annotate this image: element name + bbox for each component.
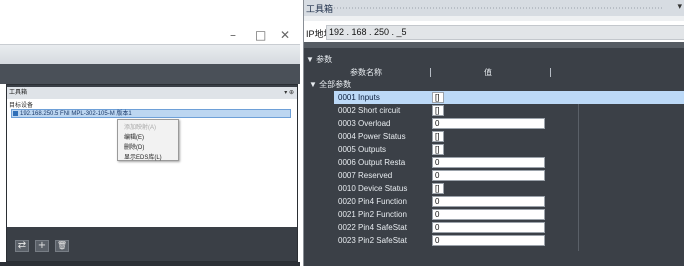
toolbar-band xyxy=(0,64,300,84)
parameter-name: 0003 Overload xyxy=(338,119,391,128)
minimize-button[interactable]: – xyxy=(230,28,236,42)
column-header-name[interactable]: 参数名称 xyxy=(350,67,382,78)
toolbox-panel: 工具箱 ▾ ⊕ 目标设备 192.168.250.5 FNI MPL-302-1… xyxy=(6,84,298,262)
parameter-row[interactable]: 0023 Pin2 SafeStat 0 xyxy=(334,234,684,247)
parameter-value-field[interactable]: [] xyxy=(432,105,444,116)
context-menu: 添加映射(A) 编辑(E) 删除(D) 显示EDS库(L) xyxy=(117,119,179,161)
column-header-value[interactable]: 值 xyxy=(484,67,492,78)
delete-icon[interactable]: 🗑 xyxy=(55,240,69,252)
connect-icon[interactable]: ⇄ xyxy=(15,240,29,252)
title-grip xyxy=(334,7,664,9)
toolbox-title-bar: 工具箱 ▾ ⊕ xyxy=(7,87,297,99)
toolbox-title: 工具箱 xyxy=(9,90,28,96)
parameter-row[interactable]: 0004 Power Status [] xyxy=(334,130,684,143)
device-tree: 目标设备 192.168.250.5 FNI MPL-302-105-M 版本1… xyxy=(7,99,297,227)
parameter-row[interactable]: 0022 Pin4 SafeStat 0 xyxy=(334,221,684,234)
parameter-value-field[interactable]: 0 xyxy=(432,209,545,220)
menu-item-show-eds[interactable]: 显示EDS库(L) xyxy=(124,152,162,161)
device-icon xyxy=(13,111,18,116)
tree-root-label: 目标设备 xyxy=(9,103,34,109)
ribbon-band xyxy=(0,44,300,64)
column-divider[interactable] xyxy=(550,68,551,77)
parameter-row[interactable]: 0002 Short circuit [] xyxy=(334,104,684,117)
parameter-value-field[interactable]: 0 xyxy=(432,157,545,168)
parameter-name: 0020 Pin4 Function xyxy=(338,197,407,206)
parameter-name: 0006 Output Resta xyxy=(338,158,406,167)
parameter-row[interactable]: 0010 Device Status [] xyxy=(334,182,684,195)
parameter-name: 0002 Short circuit xyxy=(338,106,401,115)
parameter-name: 0005 Outputs xyxy=(338,145,387,154)
tree-node-label: 192.168.250.5 FNI MPL-302-105-M 版本1 xyxy=(20,111,132,117)
menu-item-delete[interactable]: 删除(D) xyxy=(124,142,144,151)
parameter-name: 0023 Pin2 SafeStat xyxy=(338,236,407,245)
parameter-name: 0007 Reserved xyxy=(338,171,393,180)
parameter-name: 0004 Power Status xyxy=(338,132,406,141)
parameter-row[interactable]: 0007 Reserved 0 xyxy=(334,169,684,182)
parameter-name: 0001 Inputs xyxy=(338,93,380,102)
menu-item-add-mapping: 添加映射(A) xyxy=(124,125,156,131)
close-button[interactable]: ✕ xyxy=(280,28,290,42)
parameter-row[interactable]: 0020 Pin4 Function 0 xyxy=(334,195,684,208)
column-header: 参数名称 值 xyxy=(306,67,682,78)
column-divider[interactable] xyxy=(430,68,431,77)
panel-options-icon[interactable]: ▾ xyxy=(677,2,682,12)
right-window: 工具箱 ▾ IP地址 192 . 168 . 250 . _5 ▼ 参数 参数名… xyxy=(303,0,684,266)
parameters-section-header[interactable]: ▼ 参数 xyxy=(306,54,332,65)
parameter-row[interactable]: 0021 Pin2 Function 0 xyxy=(334,208,684,221)
parameter-value-field[interactable]: [] xyxy=(432,92,444,103)
parameter-name: 0010 Device Status xyxy=(338,184,408,193)
parameters-panel: ▼ 参数 参数名称 值 ▼ 全部参数 0001 Inputs[] 0002 Sho… xyxy=(304,48,684,266)
parameter-value-field[interactable]: [] xyxy=(432,144,444,155)
all-params-group[interactable]: ▼ 全部参数 xyxy=(309,79,351,90)
parameter-value-field[interactable]: 0 xyxy=(432,118,545,129)
parameter-value-field[interactable]: 0 xyxy=(432,235,545,246)
ip-address-input[interactable]: 192 . 168 . 250 . _5 xyxy=(326,25,684,40)
panel-options-icon[interactable]: ▾ ⊕ xyxy=(284,87,294,99)
parameter-value-field[interactable]: 0 xyxy=(432,196,545,207)
parameter-row[interactable]: 0003 Overload 0 xyxy=(334,117,684,130)
parameter-row[interactable]: 0001 Inputs [] xyxy=(334,91,684,104)
parameter-name: 0022 Pin4 SafeStat xyxy=(338,223,407,232)
separator xyxy=(304,16,684,21)
parameter-value-field[interactable]: 0 xyxy=(432,222,545,233)
parameter-name: 0021 Pin2 Function xyxy=(338,210,407,219)
parameter-row[interactable]: 0005 Outputs [] xyxy=(334,143,684,156)
parameter-value-field[interactable]: [] xyxy=(432,131,444,142)
toolbox-footer: ⇄ + 🗑 xyxy=(7,228,297,261)
add-icon[interactable]: + xyxy=(35,240,49,252)
left-window: – □ ✕ 工具箱 ▾ ⊕ 目标设备 192.168.250.5 FNI MPL… xyxy=(0,0,300,266)
status-strip xyxy=(0,262,300,266)
toolbox-title-bar: 工具箱 ▾ xyxy=(304,0,684,16)
maximize-button[interactable]: □ xyxy=(255,28,266,42)
parameter-value-field[interactable]: [] xyxy=(432,183,444,194)
menu-item-edit[interactable]: 编辑(E) xyxy=(124,132,144,141)
tree-node-device[interactable]: 192.168.250.5 FNI MPL-302-105-M 版本1 xyxy=(11,109,291,118)
parameter-value-field[interactable]: 0 xyxy=(432,170,545,181)
ip-row: IP地址 192 . 168 . 250 . _5 xyxy=(304,22,684,42)
parameter-row[interactable]: 0006 Output Resta 0 xyxy=(334,156,684,169)
toolbox-title: 工具箱 xyxy=(306,4,334,14)
